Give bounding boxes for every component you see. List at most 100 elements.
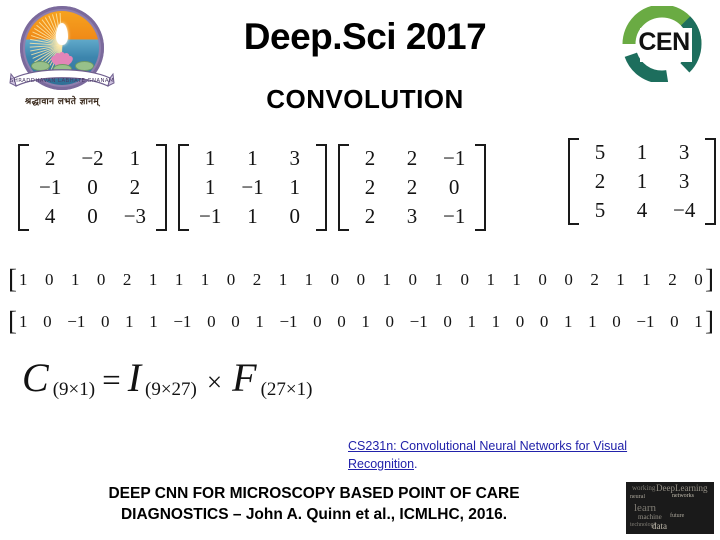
matrix-row: 5 1 3 (579, 138, 705, 167)
equation-equals-sign: = (102, 363, 121, 399)
cen-logo-text: CEN (638, 28, 690, 56)
equation-multiply-sign: × (206, 367, 223, 397)
matrix-cell: 3 (678, 169, 690, 193)
vector-cell: 1 (642, 269, 651, 289)
matrix-cell: −2 (81, 146, 104, 170)
matrix-row: 2 2 0 (349, 173, 475, 202)
vector-cell: 2 (122, 269, 132, 289)
matrix-cell: 2 (364, 146, 376, 170)
vector-cell: −1 (636, 311, 655, 331)
matrix-cell: −1 (443, 146, 466, 170)
bracket-left (568, 138, 579, 225)
vector-cell: 2 (590, 269, 599, 289)
vector-cell: 0 (460, 269, 469, 289)
input-patch-matrix-1: 2 −2 1 −1 0 2 4 0 −3 (18, 144, 168, 231)
matrix-cell: 2 (364, 175, 376, 199)
vector-cell: 0 (226, 269, 236, 289)
matrix-row: 2 3 −1 (349, 202, 475, 231)
equation-rhs1-symbol: I (127, 355, 142, 400)
bracket-right: ] (705, 306, 714, 336)
matrix-grid: 2 −2 1 −1 0 2 4 0 −3 (29, 144, 156, 231)
image-row-vector: [ 101021110211001010110021120 ] (8, 266, 714, 293)
matrix-grid: 2 2 −1 2 2 0 2 3 −1 (349, 144, 475, 231)
vector-cell: 0 (330, 269, 340, 289)
equation-rhs1-dimension: (9×27) (145, 379, 197, 400)
matrix-row: 1 1 3 (189, 144, 316, 173)
vector-cell: 0 (96, 269, 106, 289)
convolution-equation: C (9×1) = I (9×27) × F (27×1) (22, 354, 312, 401)
matrix-cell: 1 (247, 146, 258, 170)
wordcloud-word: working (632, 484, 656, 492)
wordcloud-word: networks (672, 493, 694, 499)
vector-cell: 2 (252, 269, 262, 289)
matrix-cell: 1 (129, 146, 141, 170)
matrix-cell: 5 (594, 140, 606, 164)
citation-link[interactable]: CS231n: Convolutional Neural Networks fo… (348, 439, 627, 471)
matrix-cell: 3 (406, 204, 418, 228)
wordcloud-word: future (670, 513, 685, 519)
footer-caption-line-2: DIAGNOSTICS – John A. Quinn et al., ICML… (120, 505, 508, 523)
vector-cell: −1 (279, 311, 298, 331)
vector-cell: 0 (385, 311, 395, 331)
vector-cell: 0 (443, 311, 452, 331)
matrix-row: 2 1 3 (579, 167, 705, 196)
matrix-row: 5 4 −4 (579, 196, 705, 225)
vector-cell: 1 (70, 269, 80, 289)
matrix-row: 1 −1 1 (189, 173, 316, 202)
matrix-row: 2 −2 1 (29, 144, 156, 173)
vector-cell: 1 (125, 311, 134, 331)
equation-lhs-dimension: (9×1) (52, 379, 96, 400)
cen-logo: CEN (612, 6, 716, 84)
vector-cell: 0 (207, 311, 216, 331)
matrix-cell: −1 (39, 175, 62, 199)
equation-rhs2-dimension: (27×1) (260, 379, 313, 400)
footer-caption-line-1: DEEP CNN FOR MICROSCOPY BASED POINT OF C… (108, 485, 520, 502)
vector-cell: 1 (255, 311, 264, 331)
vector-cell: 1 (486, 269, 495, 289)
bracket-left: [ (8, 306, 17, 336)
footer-caption: DEEP CNN FOR MICROSCOPY BASED POINT OF C… (8, 484, 620, 526)
vector-cell: 1 (382, 269, 392, 289)
matrix-cell: 2 (129, 175, 141, 199)
matrix-row: 4 0 −3 (29, 202, 156, 231)
result-matrix: 5 1 3 2 1 3 5 4 −4 (568, 138, 717, 225)
bracket-right (315, 144, 327, 231)
vector-cell: 1 (361, 311, 370, 331)
matrix-cell: 1 (204, 146, 216, 170)
matrix-cell: −1 (241, 175, 264, 199)
matrix-cell: −1 (199, 204, 222, 228)
matrix-cell: 0 (87, 175, 98, 199)
vector-cell: 0 (408, 269, 418, 289)
matrix-cell: 0 (87, 204, 98, 228)
bracket-left (338, 144, 349, 231)
matrix-row: 2 −2 1 −1 0 2 4 0 −3 1 1 3 1 −1 1 −1 1 0 2 2 −1 2 2 0 2 3 −1 5 1 3… (0, 132, 720, 250)
vector-cell: 1 (19, 269, 28, 289)
wordcloud-word: neural (630, 494, 645, 500)
matrix-row: −1 1 0 (189, 202, 316, 231)
matrix-cell: 0 (448, 175, 460, 199)
vector-cell: 1 (19, 311, 28, 331)
vector-cell: 1 (564, 311, 573, 331)
university-logo: SHRADDHAVAN LABHATE GNANAM श्रद्धावान लभ… (8, 6, 116, 118)
matrix-cell: 3 (289, 146, 300, 170)
matrix-cell: 2 (406, 146, 418, 170)
matrix-cell: 4 (44, 204, 56, 228)
vector-cell: 0 (612, 311, 621, 331)
wordcloud-word: technology (630, 522, 657, 528)
bracket-left (18, 144, 29, 231)
matrix-cell: 2 (44, 146, 56, 170)
vector-cell: 1 (588, 311, 597, 331)
matrix-cell: 2 (406, 175, 418, 199)
page-title: Deep.Sci 2017 (243, 16, 487, 57)
vector-cell: 1 (174, 269, 184, 289)
vector-values: 101021110211001010110021120 (17, 270, 705, 290)
vector-cell: 0 (538, 269, 547, 289)
equation-rhs2-symbol: F (232, 355, 257, 400)
wordcloud-word: machine (638, 513, 662, 521)
vector-cell: 1 (467, 311, 477, 331)
bracket-right: ] (705, 264, 714, 294)
matrix-cell: −4 (673, 198, 696, 222)
vector-cell: 1 (278, 269, 288, 289)
filter-row-vector: [ 1 0 −1 0 1 1 −1 0 0 1 −1 0 0 1 0 −1 0 1 1 0 0 1 1 0 −1 0 1 ] (8, 308, 714, 335)
matrix-grid: 5 1 3 2 1 3 5 4 −4 (579, 138, 705, 225)
